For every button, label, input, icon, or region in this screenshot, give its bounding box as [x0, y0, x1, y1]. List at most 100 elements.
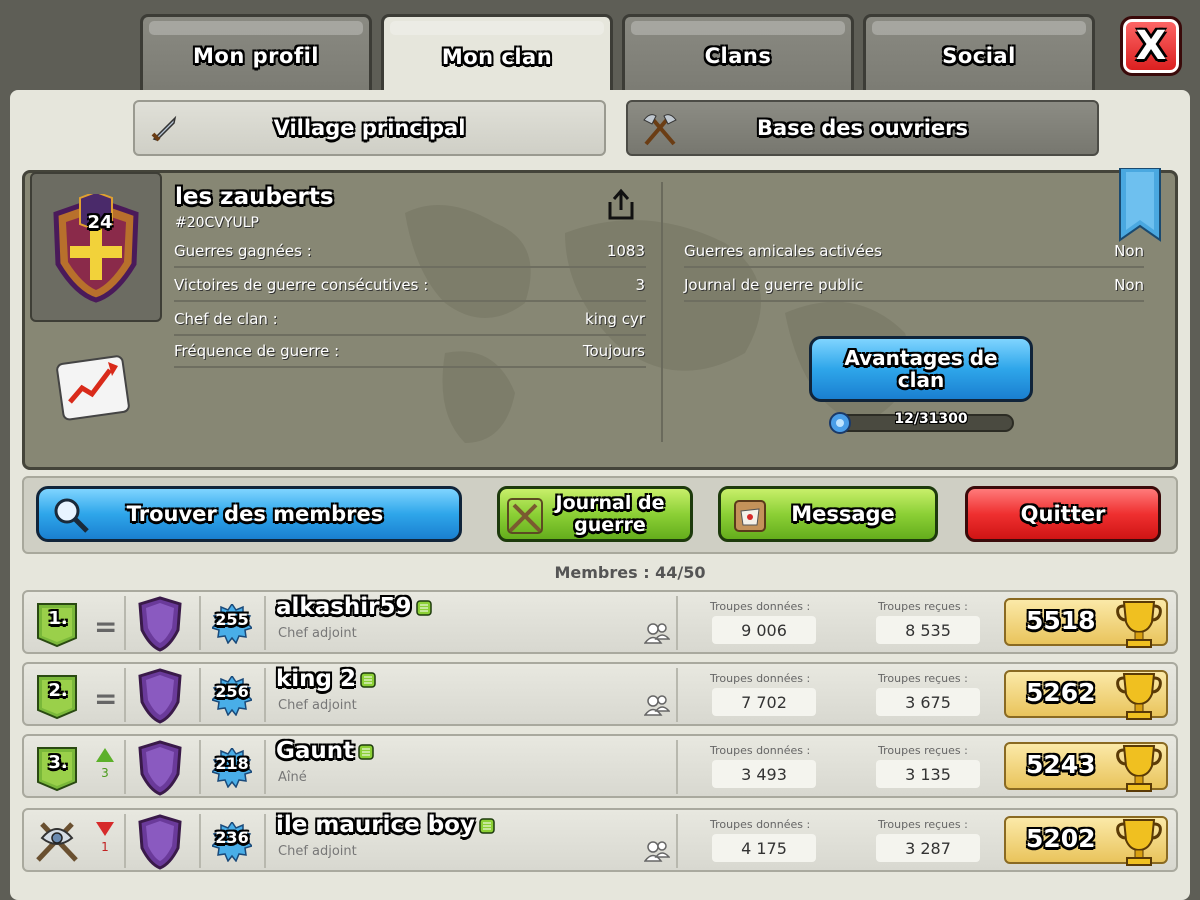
- chat-icon: [415, 599, 432, 616]
- troops-received-label: Troupes reçues :: [878, 600, 968, 613]
- clan-perks-button[interactable]: Avantages de clan: [809, 336, 1033, 402]
- stat-value-war-frequency: Toujours: [582, 342, 645, 360]
- war-log-button[interactable]: Journal de guerre: [497, 486, 693, 542]
- stat-label-friendly-wars: Guerres amicales activées: [684, 242, 882, 260]
- message-button[interactable]: Message: [718, 486, 938, 542]
- trophy-icon: [1116, 673, 1162, 720]
- troops-given-value: 3 493: [712, 760, 816, 788]
- tab-mon-profil[interactable]: Mon profil: [140, 14, 372, 94]
- trophy-icon: [1116, 745, 1162, 792]
- message-label: Message: [791, 502, 895, 526]
- clan-name: les zauberts: [175, 184, 334, 210]
- member-level: 236: [215, 828, 249, 847]
- clan-xp-text: 12/31300: [894, 411, 968, 427]
- close-button[interactable]: X: [1120, 16, 1182, 76]
- troops-given-label: Troupes données :: [710, 818, 811, 831]
- bookmark-ribbon-icon[interactable]: [1118, 168, 1162, 242]
- member-rank: 2.: [48, 680, 68, 701]
- troops-received-value: 3 287: [876, 834, 980, 862]
- clan-badge-icon: [53, 194, 139, 303]
- troops-given-label: Troupes données :: [710, 672, 811, 685]
- stat-label-wars-won: Guerres gagnées :: [174, 242, 312, 260]
- league-shield-icon: [138, 668, 182, 724]
- tab-label: Social: [942, 43, 1016, 68]
- rank-crossed-swords-icon: [36, 822, 78, 862]
- rank-change-count: 3: [101, 766, 109, 780]
- chat-icon: [360, 671, 376, 688]
- member-role: Chef adjoint: [278, 844, 357, 859]
- tab-social[interactable]: Social: [863, 14, 1095, 94]
- troops-received-label: Troupes reçues :: [878, 744, 968, 757]
- member-row[interactable]: 2. = 256 king 2 Chef adjoint Troupes don…: [22, 662, 1178, 726]
- member-rank: 3.: [48, 752, 68, 773]
- troops-received-label: Troupes reçues :: [878, 818, 968, 831]
- search-person-icon: [54, 498, 89, 533]
- trophy-icon: [1116, 601, 1162, 648]
- rank-unchanged-icon: =: [94, 682, 118, 715]
- member-row[interactable]: 1 236 ile maurice boy Chef adjoint Troup…: [22, 808, 1178, 872]
- friend-icon[interactable]: [644, 622, 670, 644]
- find-members-button[interactable]: Trouver des membres: [36, 486, 462, 542]
- stat-value-friendly-wars: Non: [1114, 242, 1144, 260]
- share-icon[interactable]: [606, 188, 636, 222]
- village-principal-button[interactable]: Village principal: [133, 100, 606, 156]
- chat-icon: [358, 743, 374, 760]
- trophy-icon: [1116, 819, 1162, 866]
- member-role: Aîné: [278, 770, 307, 785]
- chat-icon: [479, 817, 495, 834]
- war-log-label: Journal de guerre: [555, 492, 665, 536]
- find-members-label: Trouver des membres: [126, 502, 384, 526]
- member-name: ile maurice boy: [276, 812, 495, 838]
- rank-change-count: 1: [101, 840, 109, 854]
- mail-icon: [734, 500, 766, 532]
- clan-level: 24: [87, 212, 113, 233]
- close-icon: X: [1135, 23, 1167, 69]
- trophy-box: 5202: [1004, 816, 1168, 866]
- troops-given-label: Troupes données :: [710, 744, 811, 757]
- rank-down-icon: [96, 822, 114, 836]
- tab-label: Mon clan: [441, 44, 553, 69]
- crossed-swords-icon: [507, 498, 543, 534]
- members-count: Membres : 44/50: [554, 563, 706, 582]
- member-trophies: 5518: [1026, 606, 1096, 635]
- troops-given-label: Troupes données :: [710, 600, 811, 613]
- stat-value-win-streak: 3: [635, 276, 645, 294]
- troops-given-value: 9 006: [712, 616, 816, 644]
- friend-icon[interactable]: [644, 694, 670, 716]
- league-shield-icon: [138, 740, 182, 796]
- base-ouvriers-label: Base des ouvriers: [756, 116, 969, 140]
- tab-label: Clans: [704, 43, 772, 68]
- axes-icon: [643, 114, 677, 146]
- rank-unchanged-icon: =: [94, 610, 118, 643]
- member-name: alkashir59: [276, 594, 432, 620]
- league-shield-icon: [138, 814, 182, 870]
- divider: [661, 182, 663, 442]
- league-shield-icon: [138, 596, 182, 652]
- member-level: 255: [215, 610, 249, 629]
- stat-label-public-war-log: Journal de guerre public: [684, 276, 864, 294]
- leave-clan-label: Quitter: [1020, 502, 1106, 526]
- troops-given-value: 7 702: [712, 688, 816, 716]
- troops-received-value: 3 135: [876, 760, 980, 788]
- leave-clan-button[interactable]: Quitter: [965, 486, 1161, 542]
- tab-mon-clan[interactable]: Mon clan: [381, 14, 613, 96]
- troops-received-label: Troupes reçues :: [878, 672, 968, 685]
- trophy-box: 5243: [1004, 742, 1168, 792]
- stat-value-public-war-log: Non: [1114, 276, 1144, 294]
- stat-label-clan-leader: Chef de clan :: [174, 310, 278, 328]
- member-level: 218: [215, 754, 249, 773]
- member-trophies: 5262: [1026, 678, 1096, 707]
- sword-icon: [151, 115, 177, 142]
- member-row[interactable]: 3. 3 218 Gaunt Aîné Troupes données : 3 …: [22, 734, 1178, 798]
- clan-badge-box: 24: [30, 172, 162, 322]
- trophy-box: 5262: [1004, 670, 1168, 720]
- member-level: 256: [215, 682, 249, 701]
- trophy-box: 5518: [1004, 598, 1168, 648]
- base-ouvriers-button[interactable]: Base des ouvriers: [626, 100, 1099, 156]
- member-row[interactable]: 1. = 255 alkashir59 Chef adjoint Troupes…: [22, 590, 1178, 654]
- stat-value-wars-won: 1083: [606, 242, 645, 260]
- stat-value-clan-leader: king cyr: [585, 310, 645, 328]
- tab-clans[interactable]: Clans: [622, 14, 854, 94]
- friend-icon[interactable]: [644, 840, 670, 862]
- troops-received-value: 3 675: [876, 688, 980, 716]
